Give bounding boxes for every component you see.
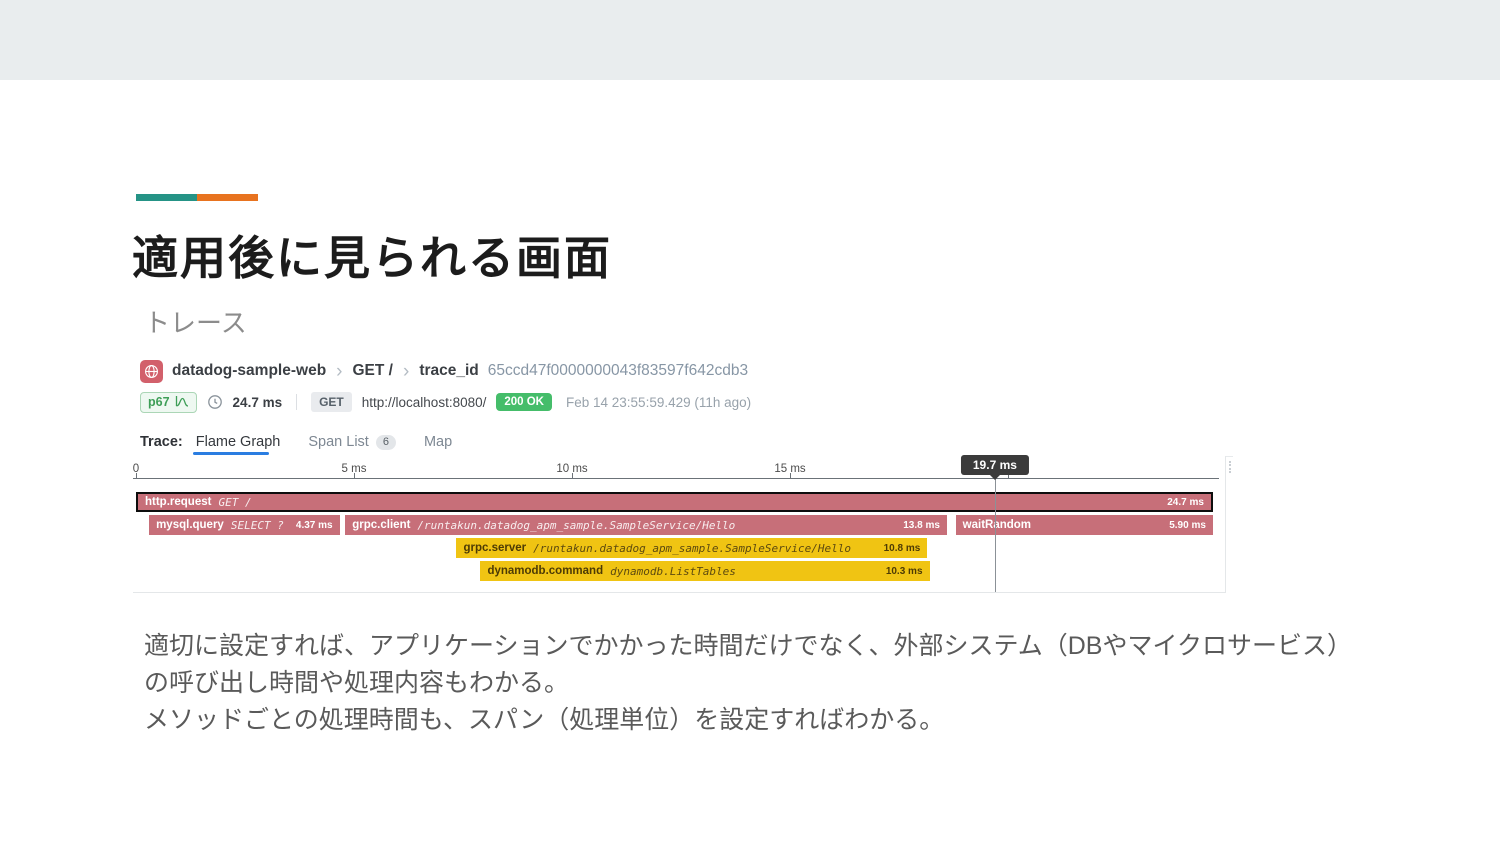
tab-flame-graph[interactable]: Flame Graph: [196, 434, 281, 450]
span-name: waitRandom: [962, 519, 1032, 531]
time-cursor-line: [994, 478, 996, 592]
breadcrumb-operation[interactable]: GET /: [353, 362, 393, 380]
page-title: 適用後に見られる画面: [132, 232, 612, 284]
page-subtitle: トレース: [144, 308, 247, 338]
accent-teal-segment: [136, 194, 197, 201]
panel-resize-dots: [1229, 461, 1234, 473]
flame-graph-panel: 05 ms 10 ms 15 ms http.request GET /24.7 ms m…: [133, 455, 1231, 593]
tab-label: Flame Graph: [195, 434, 281, 450]
axis-tick-mark: [790, 473, 791, 478]
breadcrumb-service[interactable]: datadog-sample-web: [172, 362, 326, 380]
breadcrumb: datadog-sample-web › GET / › trace_id 65…: [140, 358, 748, 384]
tabs-prefix-label: Trace:: [140, 434, 183, 450]
tab-span-list[interactable]: Span List 6: [308, 434, 396, 450]
time-axis: [133, 478, 1219, 479]
chevron-right-icon: ›: [336, 360, 343, 382]
title-accent-bar: [136, 194, 258, 201]
tab-label: Span List: [308, 434, 369, 450]
slide-top-band: [0, 0, 1500, 80]
trace-id-value: 65ccd47f0000000043f83597f642cdb3: [487, 362, 749, 379]
span-duration: 10.8 ms: [883, 542, 921, 554]
axis-tick-mark: [136, 473, 137, 478]
span-resource: SELECT ?: [230, 518, 284, 532]
span-resource: /runtakun.datadog_apm_sample.SampleServi…: [417, 518, 736, 532]
active-tab-underline: [193, 452, 269, 455]
accent-orange-segment: [197, 194, 258, 201]
span-name: mysql.query: [156, 519, 224, 531]
flame-span[interactable]: mysql.query SELECT ? 4.37 ms: [149, 515, 340, 535]
body-line: 適切に設定すれば、アプリケーションでかかった時間だけでなく、外部システム（DBや…: [144, 632, 1352, 660]
trace-id-label: trace_id: [419, 362, 479, 379]
divider: [296, 394, 298, 410]
flame-span[interactable]: grpc.server/runtakun.datadog_apm_sample.…: [456, 538, 928, 558]
span-resource: /runtakun.datadog_apm_sample.SampleServi…: [533, 541, 851, 555]
span-count-badge: 6: [375, 434, 396, 450]
span-duration: 4.37 ms: [295, 519, 333, 531]
span-duration: 5.90 ms: [1169, 519, 1206, 531]
body-line: メソッドごとの処理時間も、スパン（処理単位）を設定すればわかる。: [144, 706, 945, 734]
trace-tabs: Trace: Flame Graph Span List 6 Map: [140, 430, 480, 454]
span-name: http.request: [145, 496, 212, 508]
flame-span[interactable]: grpc.client/runtakun.datadog_apm_sample.…: [345, 515, 947, 535]
clock-icon: [207, 394, 223, 410]
trace-duration: 24.7 ms: [232, 394, 283, 410]
trace-timestamp: Feb 14 23:55:59.429 (11h ago): [566, 394, 752, 410]
span-name: dynamodb.command: [487, 565, 604, 577]
span-name: grpc.server: [463, 542, 527, 554]
chevron-right-icon: ›: [402, 360, 410, 382]
status-badge: 200 OK: [496, 393, 552, 411]
axis-tick-mark: [572, 473, 573, 478]
http-method-badge: GET: [311, 392, 352, 412]
span-duration: 10.3 ms: [885, 565, 923, 577]
flame-span[interactable]: dynamodb.command dynamodb.ListTables 10.3 …: [480, 561, 930, 581]
span-duration: 13.8 ms: [903, 519, 940, 531]
trace-meta-row: p67 24.7 ms GET http://localhost:8080/ 2…: [140, 391, 751, 413]
span-resource: GET /: [218, 495, 252, 509]
body-line: の呼び出し時間や処理内容もわかる。: [144, 669, 570, 697]
span-resource: dynamodb.ListTables: [610, 564, 736, 578]
time-cursor-tooltip: 19.7 ms: [960, 455, 1029, 475]
span-name: grpc.client: [352, 519, 411, 531]
slide-canvas: 適用後に見られる画面 トレース datadog-sample-web › GET…: [0, 0, 1500, 844]
globe-icon: [140, 359, 163, 383]
tab-label: Map: [423, 434, 453, 450]
axis-tick-mark: [354, 473, 355, 478]
request-url: http://localhost:8080/: [361, 394, 487, 410]
distribution-icon: [175, 395, 189, 410]
latency-percentile-badge[interactable]: p67: [140, 391, 197, 413]
percentile-label: p67: [148, 395, 170, 409]
tab-map[interactable]: Map: [424, 434, 452, 450]
span-duration: 24.7 ms: [1167, 496, 1204, 508]
flame-span[interactable]: http.request GET / 24.7 ms: [136, 492, 1213, 512]
slide-body-text: 適切に設定すれば、アプリケーションでかかった時間だけでなく、外部システム（DBや…: [144, 628, 1404, 739]
